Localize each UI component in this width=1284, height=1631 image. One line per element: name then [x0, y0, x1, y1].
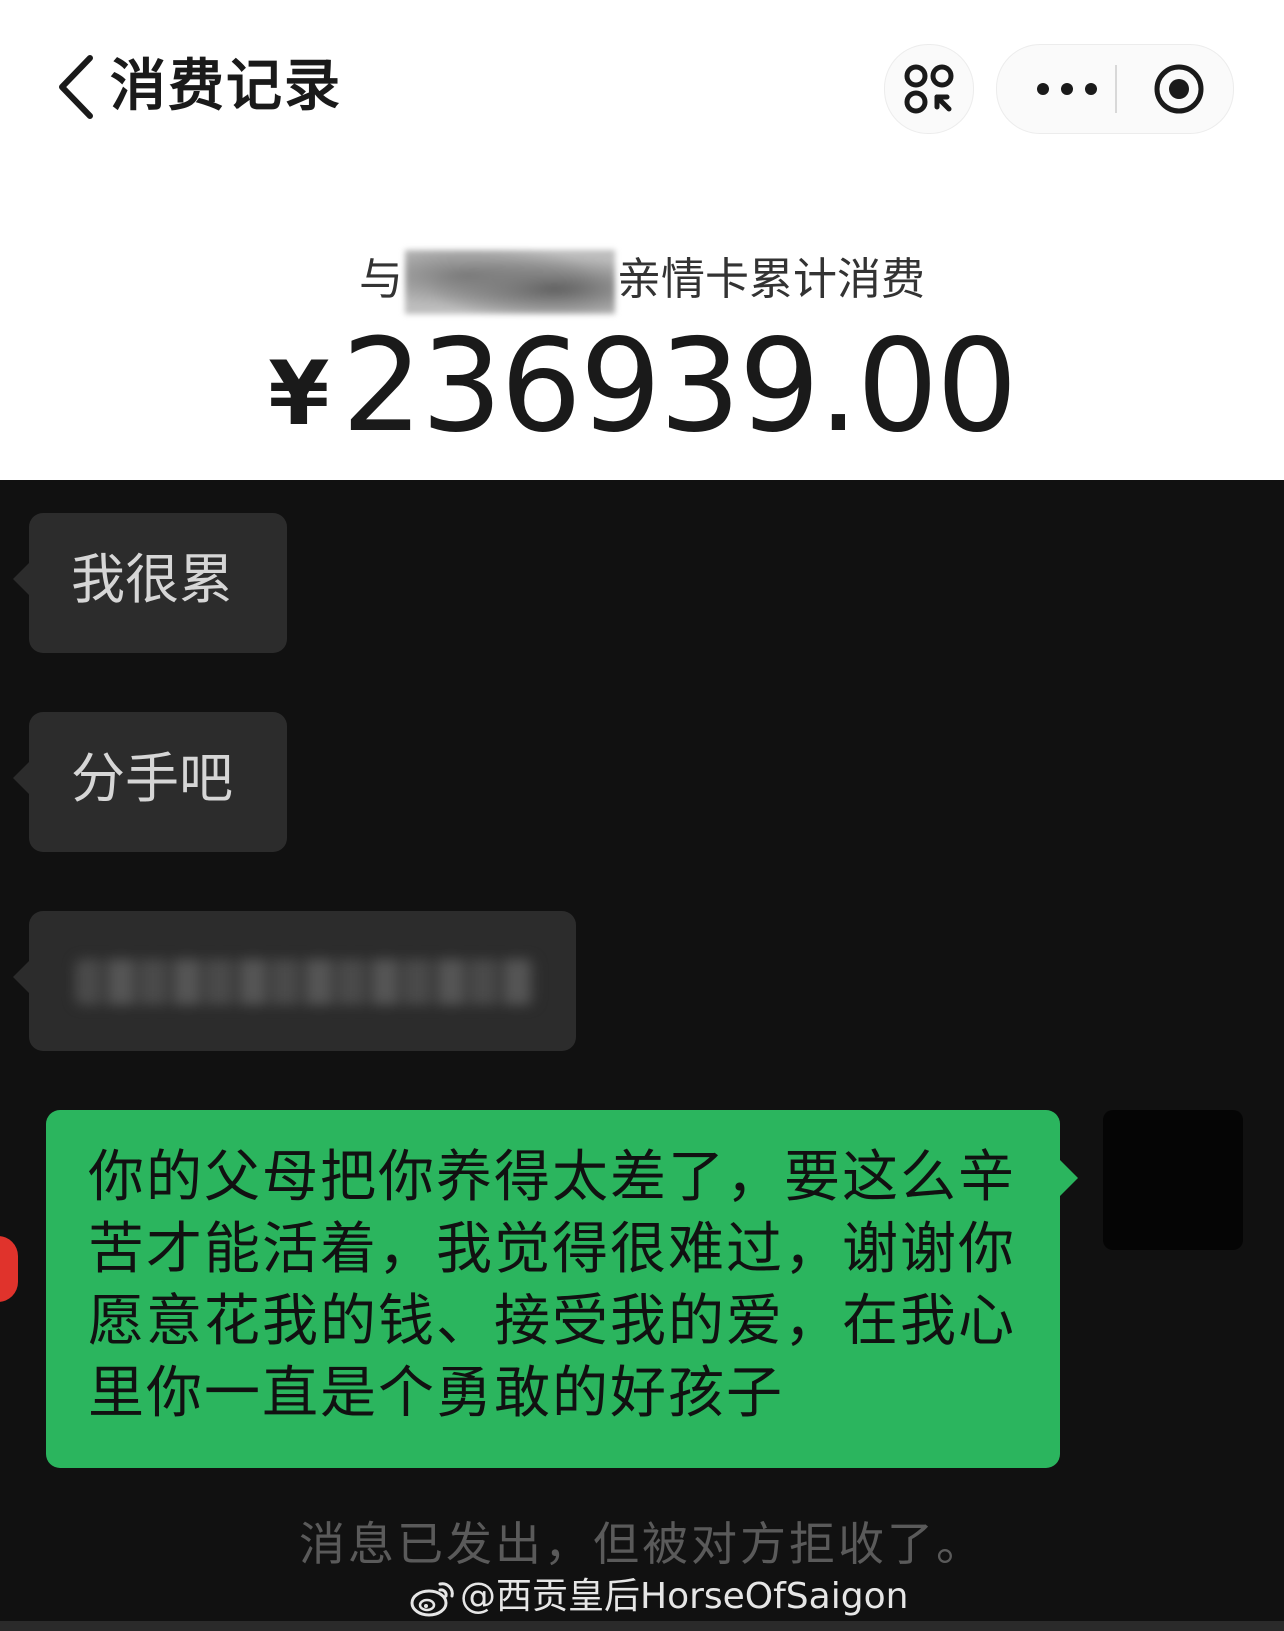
back-button[interactable] — [52, 52, 102, 122]
watermark-text: @西贡皇后HorseOfSaigon — [460, 1576, 909, 1617]
consumption-header-panel: 消费记录 与 亲情卡累计消费 ¥236939.00 — [0, 0, 1284, 480]
scan-qr-icon — [904, 64, 954, 114]
bubble-tail — [13, 762, 29, 794]
blurred-message-text — [75, 959, 535, 1005]
incoming-message[interactable]: 分手吧 — [13, 712, 287, 852]
message-text: 你的父母把你养得太差了，要这么辛苦才能活着，我觉得很难过，谢谢你愿意花我的钱、接… — [88, 1145, 1016, 1426]
bubble-tail — [13, 961, 29, 993]
avatar[interactable] — [1103, 1110, 1243, 1250]
summary-label: 与 亲情卡累计消费 — [0, 250, 1284, 314]
capsule-divider — [1115, 65, 1117, 113]
bubble-tail — [1060, 1160, 1078, 1196]
target-close-icon — [1154, 64, 1204, 114]
scan-button[interactable] — [884, 44, 974, 134]
watermark: @西贡皇后HorseOfSaigon — [410, 1572, 908, 1622]
outgoing-message[interactable]: 你的父母把你养得太差了，要这么辛苦才能活着，我觉得很难过，谢谢你愿意花我的钱、接… — [46, 1110, 1078, 1468]
redacted-name — [405, 250, 615, 314]
total-amount: ¥236939.00 — [0, 322, 1284, 459]
currency-symbol: ¥ — [268, 342, 329, 445]
delivery-status: 消息已发出，但被对方拒收了。 — [299, 1517, 985, 1571]
more-button[interactable] — [1025, 45, 1109, 133]
close-button[interactable] — [1137, 45, 1221, 133]
weibo-icon — [410, 1582, 454, 1617]
message-text: 我很累 — [71, 548, 233, 611]
incoming-message-blurred[interactable] — [13, 911, 576, 1051]
message-text: 分手吧 — [71, 747, 233, 810]
mini-program-capsule — [996, 44, 1234, 134]
amount-value: 236939.00 — [341, 312, 1018, 461]
incoming-message[interactable]: 我很累 — [13, 513, 287, 653]
summary-label-suffix: 亲情卡累计消费 — [617, 254, 925, 305]
summary-label-prefix: 与 — [359, 254, 403, 305]
more-dots-icon — [1037, 83, 1097, 95]
page-title: 消费记录 — [110, 54, 342, 119]
bottom-bar — [0, 1621, 1284, 1631]
chevron-left-icon — [59, 55, 93, 119]
unread-indicator — [0, 1236, 18, 1302]
bubble-tail — [13, 563, 29, 595]
